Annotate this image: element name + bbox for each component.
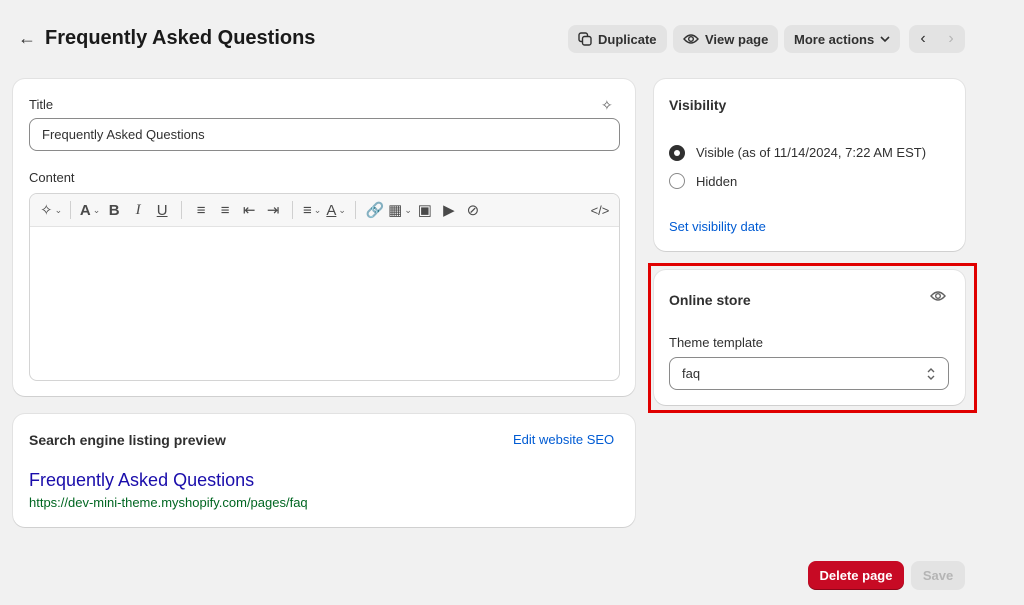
editor-body[interactable] [30,227,619,380]
more-actions-label: More actions [794,31,875,47]
clear-format-icon[interactable]: ⊘ [462,199,484,221]
editor-toolbar: ✧ ⌄ A ⌄ B I U ≡ ≡ ⇤ ⇥ ≡ ⌄ A ⌄ 🔗 ▦ ⌄ ▣ ▶ ⊘ </> [30,194,619,227]
content-editor[interactable]: ✧ ⌄ A ⌄ B I U ≡ ≡ ⇤ ⇥ ≡ ⌄ A ⌄ 🔗 ▦ ⌄ ▣ ▶ ⊘ </> [29,193,620,381]
visibility-card: Visibility Visible (as of 11/14/2024, 7:… [654,79,965,251]
seo-preview-card: Search engine listing preview Edit websi… [13,414,635,527]
visibility-heading: Visibility [669,97,727,113]
chevron-down-icon [880,35,890,42]
text-style-icon[interactable]: A ⌄ [79,199,101,221]
sparkle-icon[interactable]: ✧ [601,97,613,114]
visible-option-label: Visible (as of 11/14/2024, 7:22 AM EST) [696,145,927,160]
page-title: Frequently Asked Questions [45,27,316,49]
bold-icon[interactable]: B [103,199,125,221]
set-visibility-date-link[interactable]: Set visibility date [669,219,766,234]
view-page-label: View page [705,31,769,47]
seo-preview-title: Frequently Asked Questions [29,470,255,490]
italic-icon[interactable]: I [127,199,149,221]
link-icon[interactable]: 🔗 [364,199,386,221]
indent-icon[interactable]: ⇥ [262,199,284,221]
table-icon[interactable]: ▦ ⌄ [388,199,412,221]
title-input[interactable]: Frequently Asked Questions [29,118,620,151]
hidden-radio[interactable] [669,173,685,189]
visible-radio[interactable] [669,145,685,161]
next-page-icon[interactable]: › [937,30,965,48]
duplicate-label: Duplicate [598,31,657,47]
outdent-icon[interactable]: ⇤ [238,199,260,221]
magic-icon[interactable]: ✧ ⌄ [40,199,62,221]
bullet-list-icon[interactable]: ≡ [190,199,212,221]
code-view-icon[interactable]: </> [589,199,611,221]
save-button[interactable]: Save [911,561,965,590]
seo-heading: Search engine listing preview [29,432,226,448]
pagination: ‹ › [909,25,965,53]
image-icon[interactable]: ▣ [414,199,436,221]
align-icon[interactable]: ≡ ⌄ [301,199,323,221]
more-actions-button[interactable]: More actions [784,25,901,53]
duplicate-button[interactable]: Duplicate [568,25,667,53]
toolbar-divider [355,201,357,219]
highlight-box [648,263,977,413]
content-label: Content [29,170,75,185]
toolbar-divider [181,201,183,219]
seo-preview-url: https://dev-mini-theme.myshopify.com/pag… [29,495,308,510]
text-color-icon[interactable]: A ⌄ [325,199,347,221]
edit-seo-link[interactable]: Edit website SEO [513,432,614,447]
delete-page-button[interactable]: Delete page [808,561,904,590]
page-content-card: Title ✧ Frequently Asked Questions Conte… [13,79,635,396]
previous-page-icon[interactable]: ‹ [909,30,937,48]
video-icon[interactable]: ▶ [438,199,460,221]
back-arrow-icon[interactable]: ← [18,28,36,49]
toolbar-divider [70,201,72,219]
underline-icon[interactable]: U [151,199,173,221]
title-label: Title [29,97,54,112]
hidden-option-label: Hidden [696,174,738,189]
eye-icon [683,34,699,44]
view-page-button[interactable]: View page [673,25,779,53]
duplicate-icon [578,32,592,46]
toolbar-divider [292,201,294,219]
numbered-list-icon[interactable]: ≡ [214,199,236,221]
